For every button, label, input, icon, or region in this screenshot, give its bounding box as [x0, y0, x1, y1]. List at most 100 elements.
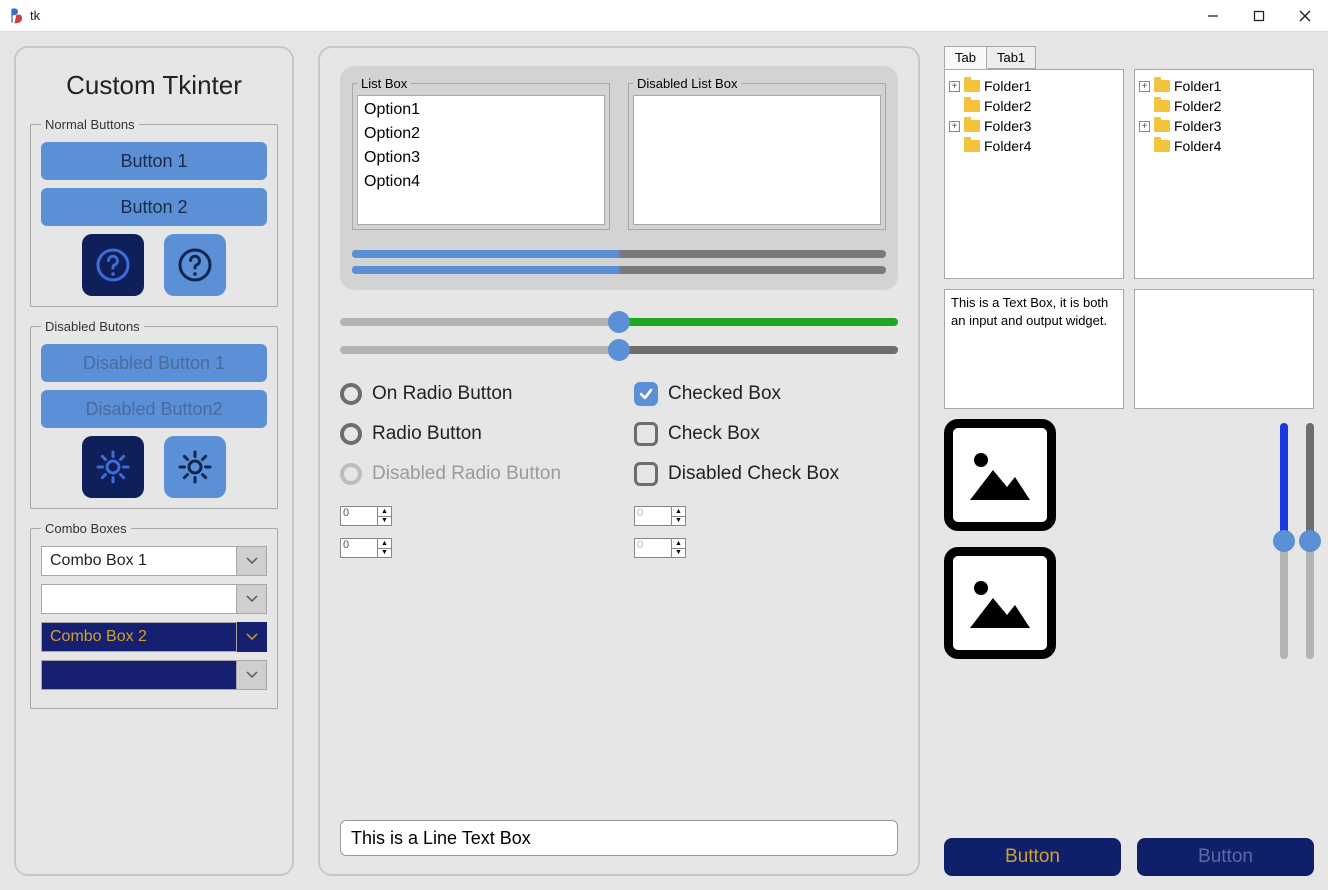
spin-down-icon[interactable]: ▼ [672, 517, 685, 526]
tree-item: +Folder1 [1139, 76, 1309, 96]
checkbox-checked[interactable]: Checked Box [634, 382, 898, 406]
treeview-right[interactable]: +Folder1 Folder2 +Folder3 Folder4 [1134, 69, 1314, 279]
combo-3-arrow[interactable] [237, 622, 267, 652]
right-panel: Tab Tab1 +Folder1 Folder2 +Folder3 Folde… [944, 46, 1314, 876]
combo-2-arrow[interactable] [237, 584, 267, 614]
tree-item: Folder4 [949, 136, 1119, 156]
settings-button-light [164, 436, 226, 498]
slider-thumb[interactable] [1299, 530, 1321, 552]
window-title: tk [30, 8, 40, 23]
list-item[interactable]: Option4 [362, 170, 600, 194]
disabled-buttons-group: Disabled Butons Disabled Button 1 Disabl… [30, 319, 278, 509]
spin-up-icon[interactable]: ▲ [378, 507, 391, 517]
disabled-button-1: Disabled Button 1 [41, 344, 267, 382]
help-button-dark[interactable] [82, 234, 144, 296]
combo-box-3[interactable]: Combo Box 2 [41, 622, 237, 652]
disabled-listbox-frame: Disabled List Box [628, 76, 886, 230]
slider-green[interactable] [340, 318, 898, 326]
list-item[interactable]: Option1 [362, 98, 600, 122]
listbox-frame: List Box Option1 Option2 Option3 Option4 [352, 76, 610, 230]
spinbox-1[interactable]: 0▲▼ [340, 506, 392, 526]
vertical-slider-blue[interactable] [1280, 423, 1288, 659]
radio-on-label: On Radio Button [372, 383, 512, 405]
slider-thumb[interactable] [608, 311, 630, 333]
image-placeholder-1 [944, 419, 1056, 531]
expand-icon[interactable]: + [1139, 121, 1150, 132]
chevron-down-icon [246, 633, 258, 641]
help-button-light[interactable] [164, 234, 226, 296]
left-panel: Custom Tkinter Normal Buttons Button 1 B… [14, 46, 294, 876]
spinbox-2[interactable]: 0▲▼ [634, 506, 686, 526]
folder-icon [964, 120, 980, 132]
radio-off[interactable]: Radio Button [340, 422, 604, 446]
disabled-listbox-legend: Disabled List Box [633, 76, 741, 91]
slider-thumb[interactable] [608, 339, 630, 361]
combo-1-arrow[interactable] [237, 546, 267, 576]
vertical-slider-grey[interactable] [1306, 423, 1314, 659]
maximize-button[interactable] [1236, 0, 1282, 32]
panel-title: Custom Tkinter [30, 70, 278, 101]
spinbox-3[interactable]: 0▲▼ [340, 538, 392, 558]
spin-up-icon[interactable]: ▲ [378, 539, 391, 549]
gear-icon [95, 449, 131, 485]
combo-4-arrow[interactable] [237, 660, 267, 690]
checkbox-unchecked[interactable]: Check Box [634, 422, 898, 446]
footer-button-1[interactable]: Button [944, 838, 1121, 876]
tab-control: Tab Tab1 +Folder1 Folder2 +Folder3 Folde… [944, 46, 1314, 279]
tree-item: Folder2 [949, 96, 1119, 116]
settings-button-dark [82, 436, 144, 498]
checkbox-disabled-label: Disabled Check Box [668, 463, 839, 485]
list-item[interactable]: Option2 [362, 122, 600, 146]
expand-icon[interactable]: + [949, 121, 960, 132]
expand-icon[interactable]: + [1139, 81, 1150, 92]
treeview-left[interactable]: +Folder1 Folder2 +Folder3 Folder4 [944, 69, 1124, 279]
slider-grey[interactable] [340, 346, 898, 354]
middle-panel: List Box Option1 Option2 Option3 Option4… [318, 46, 920, 876]
tab-1[interactable]: Tab1 [986, 46, 1036, 69]
combo-box-1[interactable]: Combo Box 1 [41, 546, 237, 576]
expand-icon[interactable]: + [949, 81, 960, 92]
listbox-legend: List Box [357, 76, 411, 91]
close-button[interactable] [1282, 0, 1328, 32]
spinbox-4[interactable]: 0▲▼ [634, 538, 686, 558]
tab-0[interactable]: Tab [944, 46, 987, 69]
textbox-1[interactable]: This is a Text Box, it is both an input … [944, 289, 1124, 409]
radio-disabled: Disabled Radio Button [340, 462, 604, 486]
tree-item: +Folder3 [1139, 116, 1309, 136]
textbox-2[interactable] [1134, 289, 1314, 409]
listbox-area: List Box Option1 Option2 Option3 Option4… [340, 66, 898, 290]
button-2[interactable]: Button 2 [41, 188, 267, 226]
list-item[interactable]: Option3 [362, 146, 600, 170]
check-icon [639, 387, 653, 401]
button-1[interactable]: Button 1 [41, 142, 267, 180]
question-circle-icon [95, 247, 131, 283]
combo-boxes-legend: Combo Boxes [41, 521, 131, 536]
spin-down-icon[interactable]: ▼ [672, 549, 685, 558]
image-icon [965, 445, 1035, 505]
checkbox-checked-label: Checked Box [668, 383, 781, 405]
folder-icon [1154, 140, 1170, 152]
radio-on[interactable]: On Radio Button [340, 382, 604, 406]
normal-buttons-group: Normal Buttons Button 1 Button 2 [30, 117, 278, 307]
line-text-input[interactable]: This is a Line Text Box [340, 820, 898, 856]
progress-bar-1 [352, 250, 886, 258]
minimize-button[interactable] [1190, 0, 1236, 32]
disabled-buttons-legend: Disabled Butons [41, 319, 144, 334]
spin-up-icon[interactable]: ▲ [672, 539, 685, 549]
folder-icon [964, 80, 980, 92]
tree-item: +Folder1 [949, 76, 1119, 96]
footer-button-2: Button [1137, 838, 1314, 876]
tree-item: Folder2 [1139, 96, 1309, 116]
spin-down-icon[interactable]: ▼ [378, 549, 391, 558]
folder-icon [1154, 120, 1170, 132]
window-titlebar: tk [0, 0, 1328, 32]
spin-up-icon[interactable]: ▲ [672, 507, 685, 517]
spin-down-icon[interactable]: ▼ [378, 517, 391, 526]
slider-thumb[interactable] [1273, 530, 1295, 552]
folder-icon [1154, 80, 1170, 92]
combo-box-4[interactable] [41, 660, 237, 690]
image-icon [965, 573, 1035, 633]
listbox[interactable]: Option1 Option2 Option3 Option4 [357, 95, 605, 225]
gear-icon [177, 449, 213, 485]
combo-box-2[interactable] [41, 584, 237, 614]
